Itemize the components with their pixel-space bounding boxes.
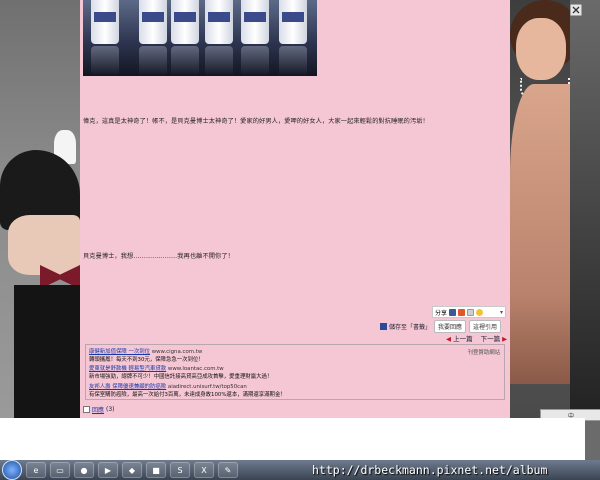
blank-overlay: [0, 418, 585, 460]
ie-icon[interactable]: e: [26, 462, 46, 478]
sponsored-links: 刊登贊助網站 康健新加值保障 一次到位 www.cigna.com.tw 轉頭攜…: [85, 344, 505, 400]
article-actions: 儲存至「書籤」 我要回應 這裡引用: [380, 320, 502, 333]
skype-icon[interactable]: S: [170, 462, 190, 478]
article-content: 偉克，這真是太神奇了！帳不，是貝克曼博士太神奇了！愛家的好男人，愛呷的好女人，大…: [80, 0, 510, 418]
reply-button[interactable]: 我要回應: [434, 320, 467, 333]
prev-post-label: 上一篇: [453, 335, 473, 343]
share-toolbar[interactable]: 分享 ▾: [432, 306, 506, 318]
product-photo: [83, 0, 317, 76]
article-paragraph: 偉克，這真是太神奇了！帳不，是貝克曼博士太神奇了！愛家的好男人，愛呷的好女人，大…: [83, 118, 429, 125]
next-post-label: 下一篇: [480, 335, 501, 343]
ad-item: 愛東就是舒款機 輕易型汽車貸款 www.loantac.com.tw 新市場強勁…: [89, 364, 272, 380]
man-suit: [570, 0, 600, 418]
expand-icon: [83, 406, 90, 413]
folder-icon[interactable]: ▭: [50, 462, 70, 478]
kid-suit: [14, 285, 80, 418]
article-paragraph: 貝克曼博士，我想…………………我再也離不開你了！: [83, 253, 234, 260]
plurk-icon[interactable]: [458, 308, 466, 316]
comments-count: (3): [106, 406, 115, 413]
ad-title-link[interactable]: 友邦人壽 保障優速兼顧的防癌險: [89, 384, 166, 390]
facebook-icon[interactable]: [449, 308, 457, 316]
ad-title-link[interactable]: 康健新加值保障 一次到位: [89, 349, 150, 355]
quote-button[interactable]: 這裡引用: [469, 320, 502, 333]
ad-url: www.cigna.com.tw: [151, 349, 203, 355]
ad-url: www.loantac.com.tw: [167, 366, 224, 372]
paint-icon[interactable]: ✎: [218, 462, 238, 478]
ad-item: 友邦人壽 保障優速兼顧的防癌險 aiadirect.unisurf.tw/top…: [89, 382, 286, 398]
media-icon[interactable]: ▶: [98, 462, 118, 478]
ad-title-link[interactable]: 愛東就是舒款機 輕易型汽車貸款: [89, 366, 166, 372]
share-label: 分享: [435, 309, 448, 317]
window-close-icon[interactable]: [570, 4, 582, 16]
app-icon[interactable]: ◆: [122, 462, 142, 478]
favorite-button[interactable]: 儲存至「書籤」: [380, 322, 431, 331]
smiley-icon[interactable]: [476, 308, 484, 316]
ad-item: 康健新加值保障 一次到位 www.cigna.com.tw 轉頭攜鳳！每天不到3…: [89, 347, 204, 363]
kid-face: [8, 215, 80, 275]
woman-face: [516, 18, 566, 80]
ad-description: 新市場強勁，總牌不可少！中國信託接高貸高亞成攻首擊，愛重理財蠃大過！: [89, 374, 273, 380]
album-url-watermark: http://drbeckmann.pixnet.net/album: [312, 463, 548, 477]
start-orb[interactable]: [2, 460, 22, 480]
app-icon[interactable]: ■: [146, 462, 166, 478]
background-photo-left: [0, 0, 80, 418]
pagination: ◀ 上一篇 下一篇 ▶: [446, 333, 507, 343]
bookmark-icon: [380, 323, 387, 330]
prev-post-link[interactable]: ◀ 上一篇: [446, 333, 473, 343]
ads-label: 刊登贊助網站: [467, 350, 500, 356]
background-photo-right: [510, 0, 600, 418]
ad-description: 有保室購防癌險，最高一次給付3百萬，未達成身故100%還本，滿期還享滿期金！: [89, 392, 286, 398]
chrome-icon[interactable]: ●: [74, 462, 94, 478]
excel-icon[interactable]: X: [194, 462, 214, 478]
ad-description: 轉頭攜鳳！每天不到30元，保障急急一次到位！: [89, 357, 204, 363]
ad-url: aiadirect.unisurf.tw/top50can: [167, 384, 247, 390]
comments-toggle[interactable]: 回應 (3): [83, 405, 115, 414]
comments-label: 回應: [92, 407, 105, 414]
next-post-link[interactable]: 下一篇 ▶: [481, 333, 508, 343]
chevron-down-icon[interactable]: ▾: [500, 309, 503, 316]
favorite-label: 儲存至「書籤」: [389, 324, 432, 331]
twitter-icon[interactable]: [467, 308, 475, 316]
